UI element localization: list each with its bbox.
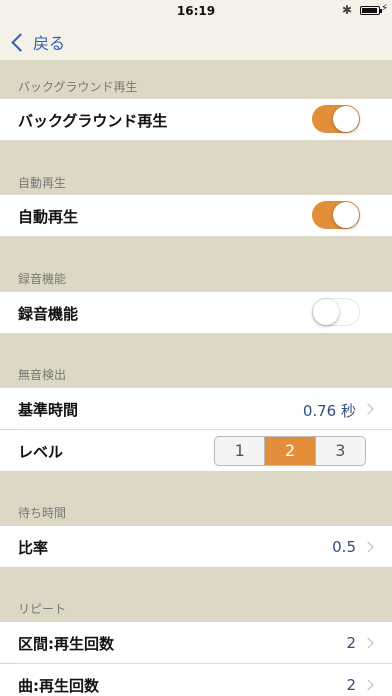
recording-row: 録音機能 — [0, 292, 392, 333]
charging-icon: ⚡ — [380, 3, 388, 14]
base-time-row[interactable]: 基準時間 0.76 秒 — [0, 388, 392, 429]
toggle-knob — [333, 202, 359, 228]
background-playback-label: バックグラウンド再生 — [18, 112, 168, 130]
navigation-bar: 戻る — [0, 22, 392, 60]
song-play-count-value: 2 — [346, 676, 356, 694]
ratio-row[interactable]: 比率 0.5 — [0, 526, 392, 567]
level-label: レベル — [18, 443, 64, 461]
autoplay-row: 自動再生 — [0, 195, 392, 236]
section-header-background: バックグラウンド再生 — [18, 80, 138, 94]
autoplay-toggle[interactable] — [312, 201, 360, 229]
back-label: 戻る — [33, 34, 66, 53]
section-play-count-label: 区間:再生回数 — [18, 635, 114, 653]
background-playback-toggle[interactable] — [312, 105, 360, 133]
battery-icon — [360, 6, 382, 15]
section-header-silence: 無音検出 — [18, 368, 67, 382]
recording-label: 録音機能 — [18, 305, 79, 323]
chevron-right-icon — [362, 679, 374, 691]
song-play-count-label: 曲:再生回数 — [18, 677, 99, 695]
status-time: 16:19 — [176, 4, 216, 18]
base-time-label: 基準時間 — [18, 401, 79, 419]
toggle-knob — [333, 106, 359, 132]
level-option-1[interactable]: 1 — [215, 437, 266, 465]
section-header-wait: 待ち時間 — [18, 506, 67, 520]
background-playback-row: バックグラウンド再生 — [0, 99, 392, 140]
bluetooth-icon: ✱ — [341, 3, 352, 17]
chevron-left-icon — [11, 32, 30, 52]
base-time-value: 0.76 秒 — [302, 402, 356, 420]
toggle-knob — [313, 299, 339, 325]
recording-toggle[interactable] — [312, 298, 360, 326]
song-play-count-row[interactable]: 曲:再生回数 2 — [0, 664, 392, 696]
status-bar: 16:19 ✱ ⚡ — [0, 0, 392, 22]
section-play-count-value: 2 — [346, 634, 356, 652]
autoplay-label: 自動再生 — [18, 208, 79, 226]
back-button[interactable]: 戻る — [10, 30, 65, 54]
section-header-autoplay: 自動再生 — [18, 176, 67, 190]
level-option-2[interactable]: 2 — [265, 437, 316, 465]
chevron-right-icon — [362, 403, 374, 415]
ratio-label: 比率 — [18, 539, 49, 557]
section-header-repeat: リピート — [18, 602, 67, 616]
ratio-value: 0.5 — [332, 538, 356, 556]
section-header-recording: 録音機能 — [18, 272, 67, 286]
chevron-right-icon — [362, 637, 374, 649]
section-play-count-row[interactable]: 区間:再生回数 2 — [0, 622, 392, 663]
level-option-3[interactable]: 3 — [316, 437, 365, 465]
level-segmented-control: 1 2 3 — [214, 436, 366, 466]
level-row: レベル 1 2 3 — [0, 430, 392, 471]
chevron-right-icon — [362, 541, 374, 553]
